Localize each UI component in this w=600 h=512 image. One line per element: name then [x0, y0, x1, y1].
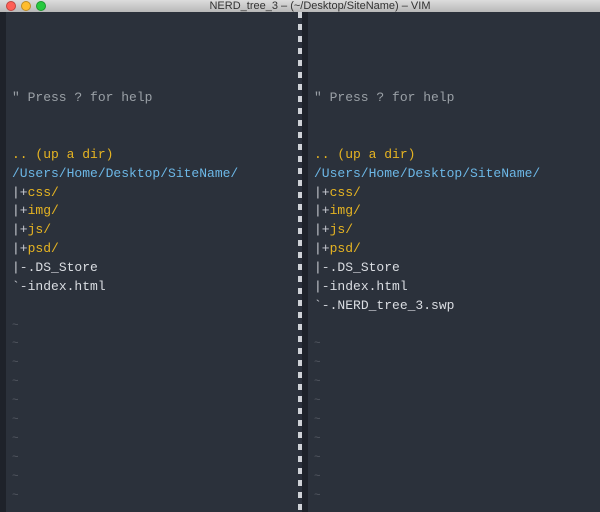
help-line: " Press ? for help [314, 90, 454, 105]
empty-line: ~ [12, 490, 19, 502]
window-title: NERD_tree_3 – (~/Desktop/SiteName) – VIM [46, 0, 594, 12]
tree-row[interactable]: |-index.html [314, 279, 408, 294]
empty-line: ~ [314, 452, 321, 464]
root-path[interactable]: /Users/Home/Desktop/SiteName/ [12, 166, 238, 181]
window-controls [6, 1, 46, 11]
empty-line: ~ [314, 357, 321, 369]
empty-line: ~ [314, 433, 321, 445]
pane-left-content: " Press ? for help .. (up a dir) /Users/… [12, 71, 294, 512]
empty-line: ~ [12, 395, 19, 407]
empty-line: ~ [314, 338, 321, 350]
empty-line: ~ [314, 471, 321, 483]
nerdtree-pane-right[interactable]: " Press ? for help .. (up a dir) /Users/… [302, 12, 600, 512]
help-line: " Press ? for help [12, 90, 152, 105]
empty-line: ~ [12, 320, 19, 332]
tree-row[interactable]: |-.DS_Store [314, 260, 400, 275]
editor-body: " Press ? for help .. (up a dir) /Users/… [0, 12, 600, 512]
empty-line: ~ [12, 471, 19, 483]
empty-line: ~ [314, 395, 321, 407]
empty-line: ~ [12, 376, 19, 388]
tree-row[interactable]: |+css/ [314, 185, 361, 200]
zoom-icon[interactable] [36, 1, 46, 11]
empty-line: ~ [12, 338, 19, 350]
empty-line: ~ [12, 452, 19, 464]
tree-row[interactable]: `-.NERD_tree_3.swp [314, 298, 454, 313]
empty-line: ~ [12, 357, 19, 369]
root-path[interactable]: /Users/Home/Desktop/SiteName/ [314, 166, 540, 181]
gutter [302, 12, 308, 512]
up-dir[interactable]: .. (up a dir) [314, 147, 415, 162]
tree-row[interactable]: `-index.html [12, 279, 106, 294]
tree-row[interactable]: |+css/ [12, 185, 59, 200]
tree-row[interactable]: |+js/ [314, 222, 353, 237]
tree-row[interactable]: |-.DS_Store [12, 260, 98, 275]
empty-line: ~ [12, 433, 19, 445]
nerdtree-pane-left[interactable]: " Press ? for help .. (up a dir) /Users/… [0, 12, 298, 512]
tree-row[interactable]: |+psd/ [314, 241, 361, 256]
tree-row[interactable]: |+js/ [12, 222, 51, 237]
titlebar: NERD_tree_3 – (~/Desktop/SiteName) – VIM [0, 0, 600, 12]
minimize-icon[interactable] [21, 1, 31, 11]
empty-line: ~ [314, 490, 321, 502]
empty-line: ~ [314, 376, 321, 388]
tree-row[interactable]: |+img/ [12, 203, 59, 218]
tree-row[interactable]: |+img/ [314, 203, 361, 218]
empty-line: ~ [12, 414, 19, 426]
tree-row[interactable]: |+psd/ [12, 241, 59, 256]
up-dir[interactable]: .. (up a dir) [12, 147, 113, 162]
vim-window: NERD_tree_3 – (~/Desktop/SiteName) – VIM… [0, 0, 600, 512]
pane-right-content: " Press ? for help .. (up a dir) /Users/… [314, 71, 596, 512]
close-icon[interactable] [6, 1, 16, 11]
empty-line: ~ [314, 414, 321, 426]
gutter [0, 12, 6, 512]
